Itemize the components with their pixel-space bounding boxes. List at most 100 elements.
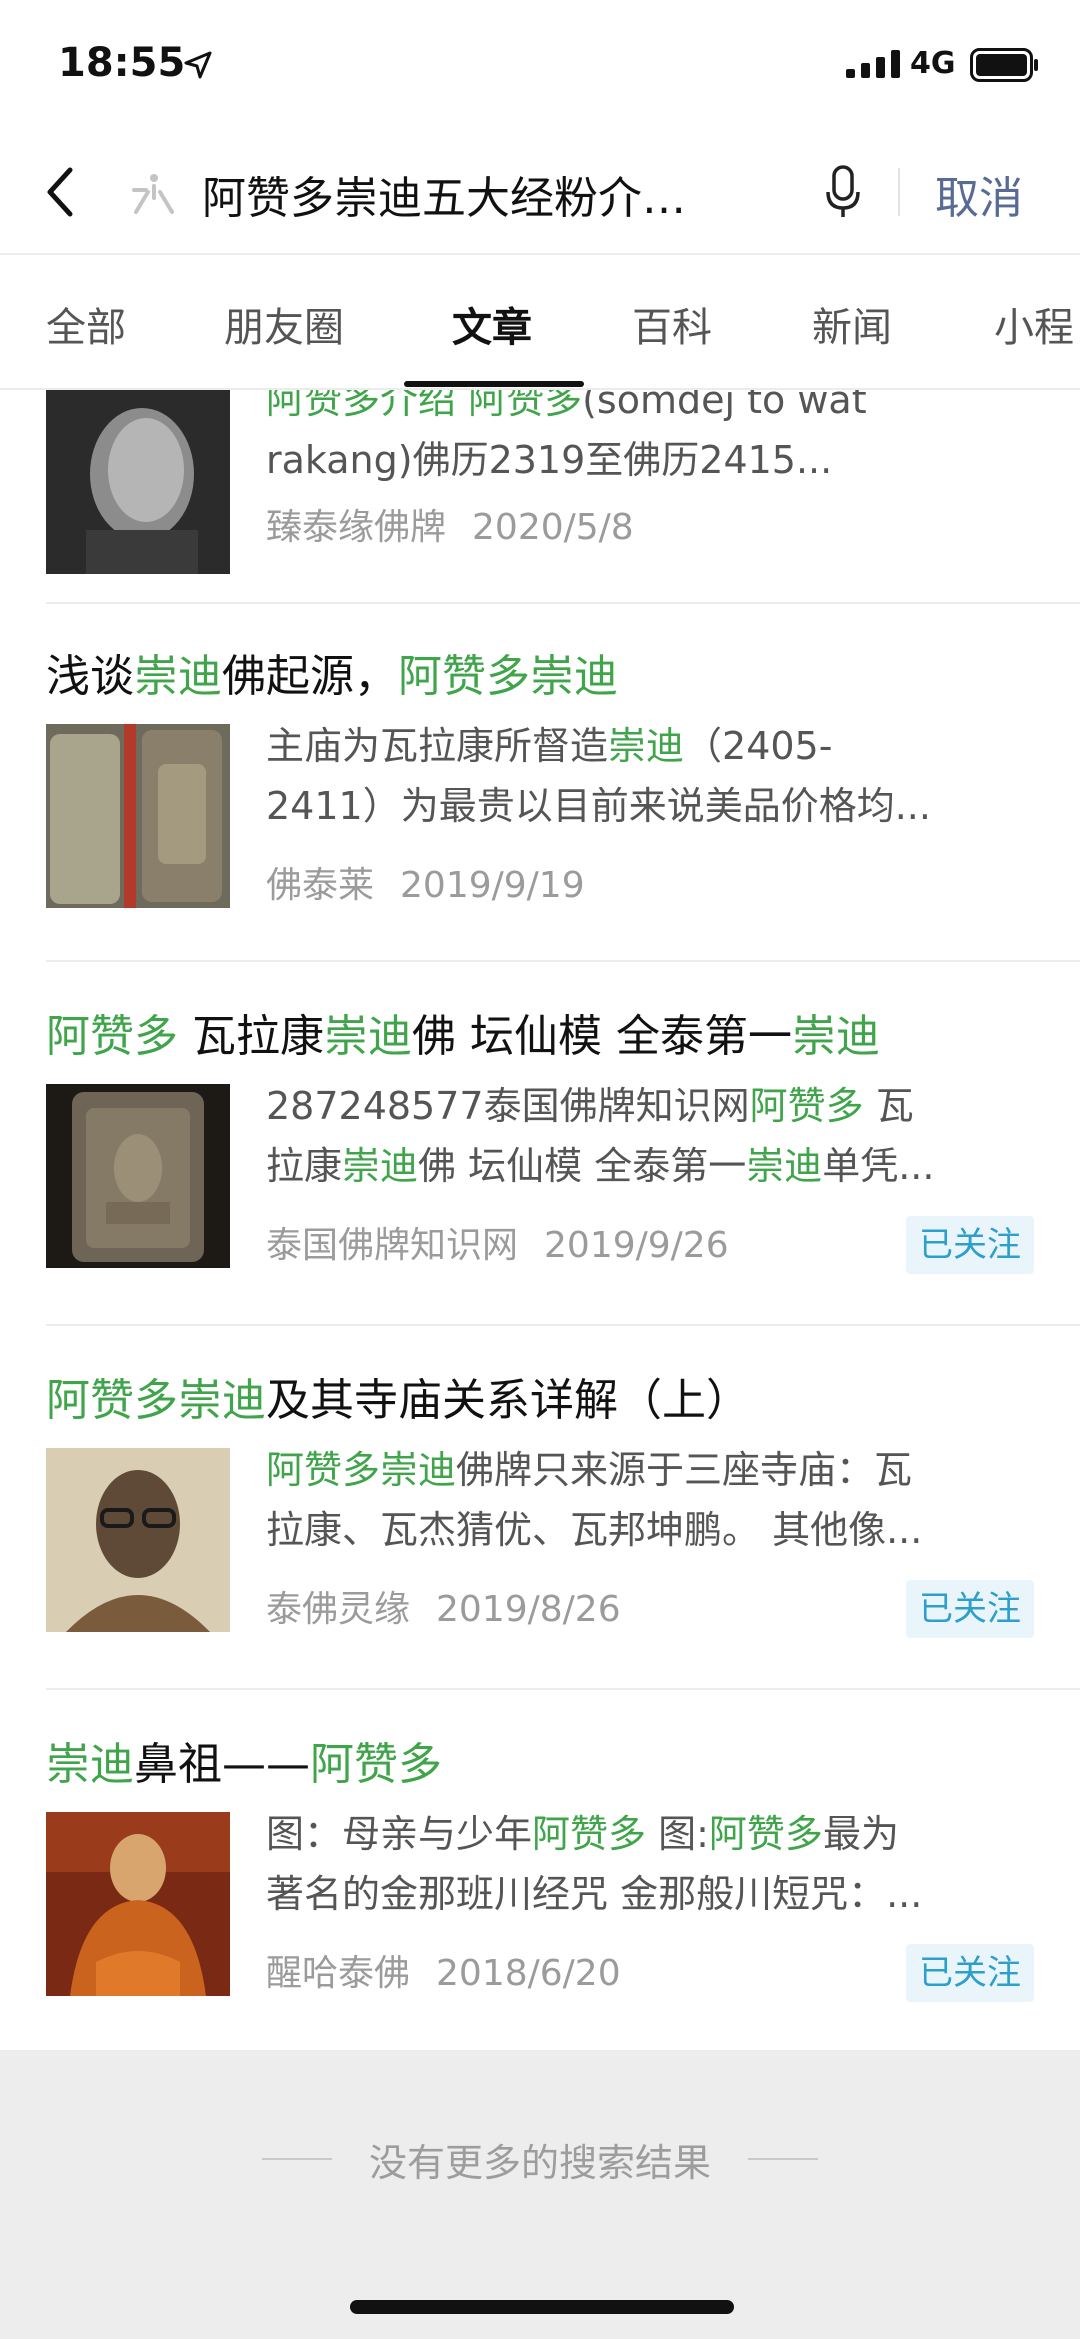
article-snippet: 阿赞多崇迪佛牌只来源于三座寺庙：瓦 拉康、瓦杰猜优、瓦邦坤鹏。 其他像... <box>266 1440 1036 1560</box>
tab-news[interactable]: 新闻 <box>812 295 892 353</box>
keyword-highlight: 崇迪 <box>46 1739 134 1790</box>
article-thumbnail <box>46 1448 230 1632</box>
article-meta: 臻泰缘佛牌 2020/5/8 <box>266 498 634 550</box>
text-run: 287248577泰国佛牌知识网 <box>266 1084 750 1128</box>
keyword-highlight: 阿赞多崇迪 <box>398 651 618 702</box>
article-title: 阿赞多 瓦拉康崇迪佛 坛仙模 全泰第一崇迪 <box>46 1000 880 1064</box>
article-meta: 醒哈泰佛 2018/6/20 <box>266 1944 621 1996</box>
article-source: 泰佛灵缘 <box>266 1589 411 1630</box>
tab-bar: 全部 朋友圈 文章 百科 新闻 小程 <box>0 255 1080 390</box>
list-item[interactable]: 崇迪鼻祖——阿赞多 图：母亲与少年阿赞多 图:阿赞多最为 著名的金那班川经咒 金… <box>0 1690 1080 2050</box>
snippet-line: 287248577泰国佛牌知识网阿赞多 瓦 <box>266 1076 1036 1136</box>
screen: 18:55 4G 阿赞多崇迪五大经粉介… 取消 全部 朋友圈 文章 百科 新闻 … <box>0 0 1080 2339</box>
article-meta: 佛泰莱 2019/9/19 <box>266 856 585 908</box>
search-logo-icon <box>132 174 174 214</box>
article-snippet: 图：母亲与少年阿赞多 图:阿赞多最为 著名的金那班川经咒 金那般川短咒：... <box>266 1804 1036 1924</box>
results-list: 阿赞多介绍 阿赞多(somdej to wat rakang)佛历2319至佛历… <box>0 390 1080 2050</box>
keyword-highlight: 阿赞多崇迪 <box>46 1375 266 1426</box>
text-run: 瓦 <box>863 1084 914 1128</box>
text-run: 著名的金那班川经咒 金那般川短咒：... <box>266 1872 923 1916</box>
home-indicator[interactable] <box>350 2300 734 2314</box>
keyword-highlight: 阿赞多 <box>46 1011 178 1062</box>
tab-articles[interactable]: 文章 <box>452 295 532 353</box>
microphone-icon[interactable] <box>826 164 860 220</box>
no-more-results-text: 没有更多的搜索结果 <box>368 2141 711 2185</box>
keyword-highlight: 阿赞多 <box>749 1084 864 1128</box>
article-source: 佛泰莱 <box>266 865 375 906</box>
battery-icon <box>970 48 1038 82</box>
text-run: 拉康 <box>266 1144 343 1188</box>
article-date: 2019/8/26 <box>436 1589 621 1630</box>
tab-all[interactable]: 全部 <box>46 295 126 353</box>
text-run: 图: <box>646 1812 709 1856</box>
snippet-line: 阿赞多介绍 阿赞多(somdej to wat <box>266 390 1036 430</box>
article-date: 2019/9/19 <box>400 865 585 906</box>
status-bar: 18:55 4G <box>0 0 1080 120</box>
article-meta: 泰国佛牌知识网 2019/9/26 <box>266 1216 729 1268</box>
keyword-highlight: 崇迪 <box>746 1144 823 1188</box>
snippet-line: 阿赞多崇迪佛牌只来源于三座寺庙：瓦 <box>266 1440 1036 1500</box>
keyword-highlight: 阿赞多 <box>532 1812 647 1856</box>
article-meta: 泰佛灵缘 2019/8/26 <box>266 1580 621 1632</box>
article-title: 阿赞多崇迪及其寺庙关系详解（上） <box>46 1364 750 1428</box>
article-source: 泰国佛牌知识网 <box>266 1225 519 1266</box>
active-tab-indicator <box>404 381 584 387</box>
article-thumbnail <box>46 724 230 908</box>
snippet-line: rakang)佛历2319至佛历2415... <box>266 430 1036 490</box>
list-item[interactable]: 浅谈崇迪佛起源，阿赞多崇迪 主庙为瓦拉康所督造崇迪（2405- 2411）为最贵… <box>0 604 1080 960</box>
article-thumbnail <box>46 1084 230 1268</box>
network-type: 4G <box>910 46 956 81</box>
tab-mini-programs[interactable]: 小程 <box>994 295 1074 353</box>
article-source: 醒哈泰佛 <box>266 1953 411 1994</box>
search-divider <box>898 168 900 216</box>
text-run: 佛牌只来源于三座寺庙：瓦 <box>456 1448 913 1492</box>
text-run: 2411）为最贵以目前来说美品价格均... <box>266 784 931 828</box>
text-run: 及其寺庙关系详解（上） <box>266 1375 750 1426</box>
article-date: 2018/6/20 <box>436 1953 621 1994</box>
text-run: 佛 坛仙模 全泰第一 <box>418 1144 747 1188</box>
text-run: (somdej to wat <box>582 390 867 422</box>
keyword-highlight: 阿赞多崇迪 <box>266 1448 457 1492</box>
snippet-line: 拉康、瓦杰猜优、瓦邦坤鹏。 其他像... <box>266 1500 1036 1560</box>
article-thumbnail <box>46 1812 230 1996</box>
snippet-line: 图：母亲与少年阿赞多 图:阿赞多最为 <box>266 1804 1036 1864</box>
list-item[interactable]: 阿赞多介绍 阿赞多(somdej to wat rakang)佛历2319至佛历… <box>0 390 1080 590</box>
article-title: 崇迪鼻祖——阿赞多 <box>46 1728 442 1792</box>
signal-icon <box>846 50 900 78</box>
keyword-highlight: 阿赞多 <box>310 1739 442 1790</box>
text-run: （2405- <box>684 724 833 768</box>
text-run: 浅谈 <box>46 651 134 702</box>
keyword-highlight: 阿赞多介绍 阿赞多 <box>266 390 583 422</box>
text-run: 图：母亲与少年 <box>266 1812 533 1856</box>
status-time: 18:55 <box>58 40 186 86</box>
tab-encyclopedia[interactable]: 百科 <box>632 295 712 353</box>
article-snippet: 阿赞多介绍 阿赞多(somdej to wat rakang)佛历2319至佛历… <box>266 390 1036 490</box>
snippet-line: 著名的金那班川经咒 金那般川短咒：... <box>266 1864 1036 1924</box>
snippet-line: 主庙为瓦拉康所督造崇迪（2405- <box>266 716 1036 776</box>
tab-moments[interactable]: 朋友圈 <box>224 295 344 353</box>
text-run: rakang)佛历2319至佛历2415... <box>266 438 833 482</box>
list-item[interactable]: 阿赞多崇迪及其寺庙关系详解（上） 阿赞多崇迪佛牌只来源于三座寺庙：瓦 拉康、瓦杰… <box>0 1326 1080 1688</box>
article-date: 2020/5/8 <box>472 507 634 548</box>
keyword-highlight: 崇迪 <box>324 1011 412 1062</box>
followed-badge: 已关注 <box>906 1580 1034 1638</box>
snippet-line: 2411）为最贵以目前来说美品价格均... <box>266 776 1036 836</box>
text-run: 主庙为瓦拉康所督造 <box>266 724 609 768</box>
text-run: 佛起源， <box>222 651 398 702</box>
followed-badge: 已关注 <box>906 1216 1034 1274</box>
search-input[interactable]: 阿赞多崇迪五大经粉介… <box>202 162 762 226</box>
text-run: 佛 坛仙模 全泰第一 <box>412 1011 792 1062</box>
search-bar: 阿赞多崇迪五大经粉介… 取消 <box>0 120 1080 255</box>
keyword-highlight: 崇迪 <box>791 1011 880 1062</box>
cancel-button[interactable]: 取消 <box>935 162 1023 226</box>
list-item[interactable]: 阿赞多 瓦拉康崇迪佛 坛仙模 全泰第一崇迪 287248577泰国佛牌知识网阿赞… <box>0 962 1080 1324</box>
text-run: 单凭... <box>822 1144 935 1188</box>
text-run: 拉康、瓦杰猜优、瓦邦坤鹏。 其他像... <box>266 1508 923 1552</box>
location-arrow-icon <box>184 51 212 79</box>
article-snippet: 主庙为瓦拉康所督造崇迪（2405- 2411）为最贵以目前来说美品价格均... <box>266 716 1036 836</box>
text-run: 鼻祖—— <box>134 1739 310 1790</box>
article-thumbnail <box>46 390 230 574</box>
followed-badge: 已关注 <box>906 1944 1034 2002</box>
article-snippet: 287248577泰国佛牌知识网阿赞多 瓦 拉康崇迪佛 坛仙模 全泰第一崇迪单凭… <box>266 1076 1036 1196</box>
back-icon[interactable] <box>40 162 80 222</box>
